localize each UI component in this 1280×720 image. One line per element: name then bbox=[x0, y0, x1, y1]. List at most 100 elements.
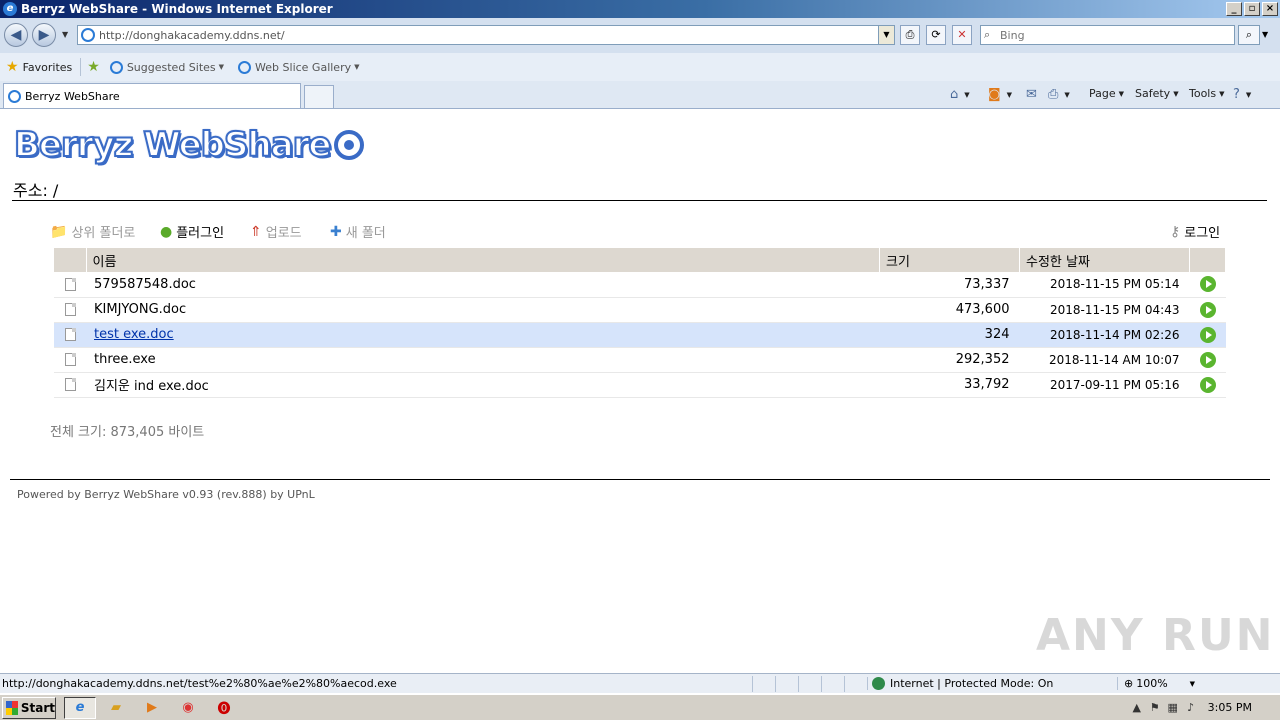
tools-menu-label: Tools bbox=[1189, 87, 1217, 100]
start-button[interactable]: Start bbox=[2, 696, 56, 719]
zoom-icon: ⊕ bbox=[1124, 677, 1134, 690]
search-input[interactable] bbox=[1000, 28, 1200, 42]
volume-icon[interactable]: ♪ bbox=[1182, 701, 1200, 714]
table-row[interactable]: three.exe 292,352 2018-11-14 AM 10:07 bbox=[54, 347, 1226, 373]
address-dropdown[interactable]: ▼ bbox=[878, 26, 894, 44]
windows-flag-icon bbox=[6, 700, 18, 715]
plugin-icon: ● bbox=[160, 223, 173, 240]
tools-menu[interactable]: Tools ▼ bbox=[1189, 87, 1225, 100]
back-button[interactable]: ◀ bbox=[4, 23, 28, 47]
play-icon[interactable] bbox=[1199, 351, 1216, 368]
restore-button[interactable]: ▫ bbox=[1244, 2, 1260, 16]
recent-pages-dropdown[interactable]: ▼ bbox=[62, 30, 68, 39]
play-icon[interactable] bbox=[1199, 376, 1216, 393]
print-button[interactable]: ⎙ ▼ bbox=[1048, 87, 1070, 102]
table-row[interactable]: KIMJYONG.doc 473,600 2018-11-15 PM 04:43 bbox=[54, 297, 1226, 323]
file-date: 2018-11-14 AM 10:07 bbox=[1019, 347, 1190, 373]
new-tab-button[interactable] bbox=[304, 85, 334, 108]
upload-button[interactable]: ⇑ 업로드 bbox=[250, 222, 302, 242]
table-row[interactable]: 579587548.doc 73,337 2018-11-15 PM 05:14 bbox=[54, 272, 1226, 298]
modified-column-header[interactable]: 수정한 날짜 bbox=[1019, 248, 1190, 272]
tab-title: Berryz WebShare bbox=[25, 89, 120, 103]
size-column-header[interactable]: 크기 bbox=[879, 248, 1020, 272]
search-go-button[interactable]: ⌕ bbox=[1238, 25, 1260, 45]
status-url: http://donghakacademy.ddns.net/test%e2%8… bbox=[2, 677, 397, 690]
feeds-button[interactable]: ◙ ▼ bbox=[988, 87, 1012, 102]
suggested-sites-label: Suggested Sites bbox=[126, 60, 216, 74]
action-column-header bbox=[1189, 248, 1226, 272]
zoom-control[interactable]: ⊕ 100% ▼ bbox=[1117, 677, 1195, 690]
taskbar-security-app[interactable]: ⓿ bbox=[208, 697, 240, 719]
divider bbox=[80, 58, 82, 76]
play-icon[interactable] bbox=[1199, 276, 1216, 293]
search-options-dropdown[interactable]: ▼ bbox=[1262, 30, 1268, 39]
forward-button[interactable]: ▶ bbox=[32, 23, 56, 47]
address-url[interactable]: http://donghakacademy.ddns.net/ bbox=[99, 29, 878, 42]
file-name-link[interactable]: three.exe bbox=[86, 347, 880, 373]
new-folder-button[interactable]: ✚ 새 폴더 bbox=[330, 222, 386, 242]
title-bar: e Berryz WebShare - Windows Internet Exp… bbox=[0, 0, 1280, 18]
taskbar-ie[interactable]: e bbox=[64, 696, 96, 719]
parent-folder-button[interactable]: 📁 상위 폴더로 bbox=[50, 222, 135, 242]
login-button[interactable]: ⚷ 로그인 bbox=[1170, 222, 1221, 242]
tray-expand-icon[interactable]: ▲ bbox=[1128, 701, 1146, 714]
file-name-link[interactable]: test exe.doc bbox=[86, 322, 880, 348]
table-row[interactable]: 김지운 ind exe.doc 33,792 2017-09-11 PM 05:… bbox=[54, 372, 1226, 398]
help-menu[interactable]: ? ▼ bbox=[1233, 87, 1251, 102]
refresh-icon[interactable]: ⟳ bbox=[926, 25, 946, 45]
action-center-flag-icon[interactable]: ⚑ bbox=[1146, 701, 1164, 714]
table-row-selected[interactable]: test exe.doc 324 2018-11-14 PM 02:26 bbox=[54, 322, 1226, 348]
taskbar-chrome[interactable]: ◉ bbox=[172, 697, 204, 719]
stop-icon[interactable]: ✕ bbox=[952, 25, 972, 45]
file-cell-icon bbox=[54, 272, 86, 298]
security-zone[interactable]: Internet | Protected Mode: On bbox=[867, 677, 1117, 690]
status-panel bbox=[752, 675, 775, 692]
file-name-link[interactable]: KIMJYONG.doc bbox=[86, 297, 880, 323]
status-panel bbox=[775, 675, 798, 692]
minimize-button[interactable]: _ bbox=[1226, 2, 1242, 16]
key-icon: ⚷ bbox=[1170, 223, 1181, 240]
add-favorite-icon[interactable]: ★ bbox=[87, 59, 100, 75]
file-name-link[interactable]: 579587548.doc bbox=[86, 272, 880, 298]
globe-icon bbox=[872, 677, 885, 690]
icon-column-header bbox=[54, 248, 87, 272]
play-icon[interactable] bbox=[1199, 301, 1216, 318]
address-bar-row: ◀ ▶ ▼ http://donghakacademy.ddns.net/ ▼ … bbox=[0, 18, 1280, 53]
search-field[interactable]: ⌕ bbox=[980, 25, 1235, 45]
login-label: 로그인 bbox=[1184, 226, 1221, 241]
mail-button[interactable]: ✉ bbox=[1026, 87, 1040, 102]
taskbar-media-player[interactable]: ▶ bbox=[136, 697, 168, 719]
address-input[interactable]: http://donghakacademy.ddns.net/ ▼ bbox=[77, 25, 895, 45]
favorites-bar: ★ Favorites ★ Suggested Sites ▼ Web Slic… bbox=[0, 53, 1280, 81]
ie-page-icon bbox=[8, 89, 21, 103]
compatibility-view-icon[interactable]: ⎙ bbox=[900, 25, 920, 45]
folder-up-icon: 📁 bbox=[50, 223, 68, 240]
file-size: 324 bbox=[879, 322, 1020, 348]
safety-menu[interactable]: Safety ▼ bbox=[1135, 87, 1179, 100]
file-name-link[interactable]: 김지운 ind exe.doc bbox=[86, 372, 880, 398]
chevron-down-icon: ▼ bbox=[354, 63, 360, 71]
web-slice-gallery-link[interactable]: Web Slice Gallery ▼ bbox=[238, 60, 360, 74]
favorites-button[interactable]: ★ Favorites bbox=[6, 59, 72, 75]
zoom-level: 100% bbox=[1136, 677, 1168, 690]
clock[interactable]: 3:05 PM bbox=[1208, 701, 1252, 714]
file-size: 73,337 bbox=[879, 272, 1020, 298]
berryz-logo[interactable]: Berryz WebShare bbox=[13, 122, 365, 168]
taskbar-explorer[interactable]: ▰ bbox=[100, 697, 132, 719]
play-icon[interactable] bbox=[1199, 326, 1216, 343]
tab-berryz-webshare[interactable]: Berryz WebShare bbox=[3, 83, 301, 108]
status-bar: http://donghakacademy.ddns.net/test%e2%8… bbox=[0, 673, 1280, 693]
plugin-button[interactable]: ● 플러그인 bbox=[160, 222, 224, 242]
page-icon bbox=[81, 28, 95, 42]
home-button[interactable]: ⌂ ▼ bbox=[950, 87, 970, 102]
status-panel bbox=[844, 675, 867, 692]
close-window-button[interactable]: × bbox=[1262, 2, 1278, 16]
page-menu[interactable]: Page ▼ bbox=[1089, 87, 1124, 100]
suggested-sites-link[interactable]: Suggested Sites ▼ bbox=[109, 60, 224, 74]
file-date: 2018-11-15 PM 04:43 bbox=[1019, 297, 1190, 323]
file-table: 이름 크기 수정한 날짜 579587548.doc 73,337 2018-1… bbox=[54, 248, 1226, 398]
file-name-text[interactable]: test exe.doc bbox=[94, 327, 174, 342]
logo-refresh-icon bbox=[334, 130, 365, 160]
network-icon[interactable]: ▦ bbox=[1164, 701, 1182, 714]
name-column-header[interactable]: 이름 bbox=[86, 248, 880, 272]
